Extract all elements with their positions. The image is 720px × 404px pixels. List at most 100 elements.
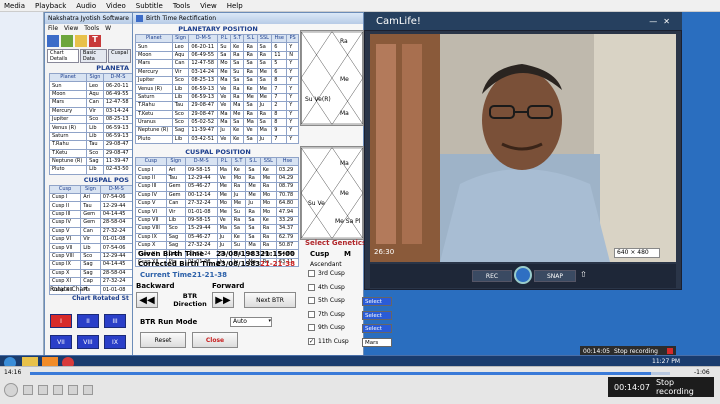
snap-button[interactable]: SNAP (534, 270, 576, 282)
nakshatra-planet-table: Planet Sign D-M-S Sun Leo 06-20-11 Moon Aqu 06-4… (48, 72, 134, 175)
backward-button[interactable]: ◀◀ (136, 292, 158, 308)
col-cusp: Cusp (310, 250, 330, 258)
table-cell: Sa (245, 224, 261, 234)
given-birth-date: 23/08/1983 (216, 250, 261, 258)
table-cell: Ra (259, 182, 277, 192)
corrected-birth-date: 23/08/1983 (216, 260, 261, 268)
resolution-select[interactable]: 640 × 480 (614, 248, 660, 258)
nk-tab[interactable]: Chart Details (47, 49, 79, 63)
table-cell: 7 (271, 84, 288, 94)
recorder-time: 00:14:07 (614, 382, 650, 392)
vlc-menu-audio[interactable]: Audio (76, 2, 96, 10)
cusp-checkbox[interactable]: ✓ (308, 337, 315, 345)
run-mode-select[interactable]: Auto ▾ (230, 317, 272, 327)
table-cell: 34.37 (275, 224, 300, 234)
stop-recording-button[interactable]: Stop recording (656, 378, 708, 396)
cusp-checkbox[interactable] (308, 310, 315, 318)
cusp-planet-select[interactable]: Mars (362, 337, 392, 347)
cusp-checkbox[interactable] (308, 297, 315, 304)
rec-button[interactable]: REC (472, 270, 512, 282)
planet-row: Sun Leo 06-20-11 Su Ke Ra Sa 6 Y (135, 42, 299, 52)
nakshatra-title: Nakshatra Jyotish Software Ve (48, 15, 130, 22)
planet-row: Venus (R) Lib 06-59-13 (48, 123, 134, 133)
table-cell: Mo (217, 59, 232, 69)
vlc-menu-video[interactable]: Video (106, 2, 126, 10)
close-button[interactable]: Close (192, 332, 238, 348)
vlc-menu-tools[interactable]: Tools (173, 2, 190, 10)
reset-button[interactable]: Reset (140, 332, 186, 348)
chart-bottom (300, 146, 364, 240)
table-cell: Cusp X (48, 268, 82, 279)
play-icon[interactable] (4, 383, 18, 397)
table-cell: 8 (271, 75, 288, 86)
table-cell: Ra (245, 173, 261, 184)
upload-icon[interactable]: ⇧ (580, 270, 587, 279)
vlc-menu-subtitle[interactable]: Subtitle (136, 2, 163, 10)
stop-icon[interactable] (667, 348, 673, 354)
stop-button-icon[interactable] (38, 385, 48, 395)
house-button-3[interactable]: III (104, 314, 126, 328)
table-cell: Tau (171, 101, 190, 111)
table-cell: Ma (217, 117, 232, 128)
nk-menu-item[interactable]: Tools (84, 25, 99, 32)
folder-icon[interactable] (75, 35, 87, 47)
nk-tab[interactable]: Basic Data (79, 49, 108, 63)
next-icon[interactable] (53, 385, 63, 395)
nk-menu-item[interactable]: W (105, 25, 111, 32)
playlist-icon[interactable] (83, 385, 93, 395)
chart-rotated-label: Chart Rotated St (72, 295, 129, 302)
col-m: M (344, 250, 351, 258)
nk-menu-item[interactable]: File (48, 25, 58, 32)
table-cell: Cusp IX (135, 232, 167, 243)
planet-row: T.Ketu Sco 29-08-47 Ma Me Ra Ra 8 Y (135, 109, 299, 119)
table-cell: 02-43-50 (102, 165, 134, 175)
text-icon[interactable]: T (89, 35, 101, 47)
cusp-row: Cusp VII Lib 07-54-06 (48, 243, 134, 253)
cusp-planet-select[interactable]: Select (362, 310, 392, 320)
cusp-checkbox[interactable] (308, 283, 315, 291)
table-cell: Vir (171, 67, 190, 77)
house-button-7[interactable]: VII (50, 335, 72, 349)
table-cell: N (286, 50, 299, 61)
btr-cusp-header: CUSPAL POSITION (185, 148, 251, 157)
next-btr-button[interactable]: Next BTR (244, 292, 296, 308)
table-cell: Me (243, 92, 258, 103)
house-button-9[interactable]: IX (104, 335, 126, 349)
cusp-row: Cusp III Gem 05-46-27 Me Ra Me Ra 08.79 (135, 182, 300, 192)
chart-icon[interactable] (47, 35, 59, 47)
house-button-2[interactable]: II (77, 314, 99, 328)
cusp-row: Cusp X Sag 28-58-04 (48, 268, 134, 279)
fullscreen-icon[interactable] (68, 385, 78, 395)
camera-icon[interactable] (514, 266, 532, 284)
cusp-planet-select[interactable]: Select (362, 324, 392, 333)
overlay-stop-label[interactable]: Stop recording (614, 348, 658, 355)
cusp-checkbox[interactable] (308, 324, 315, 331)
column-header: SSL (256, 33, 273, 44)
camlife-window-controls: — ✕ (649, 17, 670, 26)
table-cell: Lib (165, 215, 186, 226)
table-cell: Vir (80, 235, 101, 245)
cusp-planet-select[interactable]: Select (362, 297, 392, 306)
run-mode-value: Auto (233, 318, 247, 325)
table-cell: Me (230, 199, 247, 209)
print-icon[interactable] (61, 35, 73, 47)
table-cell: Sa (243, 59, 258, 69)
table-cell: Su (230, 240, 247, 251)
nk-tab[interactable]: Cuspal (108, 49, 131, 63)
close-icon[interactable]: ✕ (663, 17, 670, 26)
house-button-1[interactable]: I (50, 314, 72, 328)
vlc-menu-view[interactable]: View (200, 2, 217, 10)
vlc-menu-playback[interactable]: Playback (35, 2, 66, 10)
table-cell: Tau (80, 201, 101, 211)
house-button-8[interactable]: VIII (77, 335, 99, 349)
cusp-checkbox[interactable] (308, 270, 315, 277)
minimize-icon[interactable]: — (649, 17, 657, 26)
nk-menu-item[interactable]: View (64, 25, 78, 32)
remaining-time: -1:06 (694, 369, 710, 376)
forward-button[interactable]: ▶▶ (212, 292, 234, 308)
table-cell: Tau (165, 173, 186, 184)
prev-icon[interactable] (23, 385, 33, 395)
vlc-menu-help[interactable]: Help (227, 2, 243, 10)
vlc-menu-media[interactable]: Media (4, 2, 25, 10)
seek-bar[interactable] (30, 372, 670, 375)
